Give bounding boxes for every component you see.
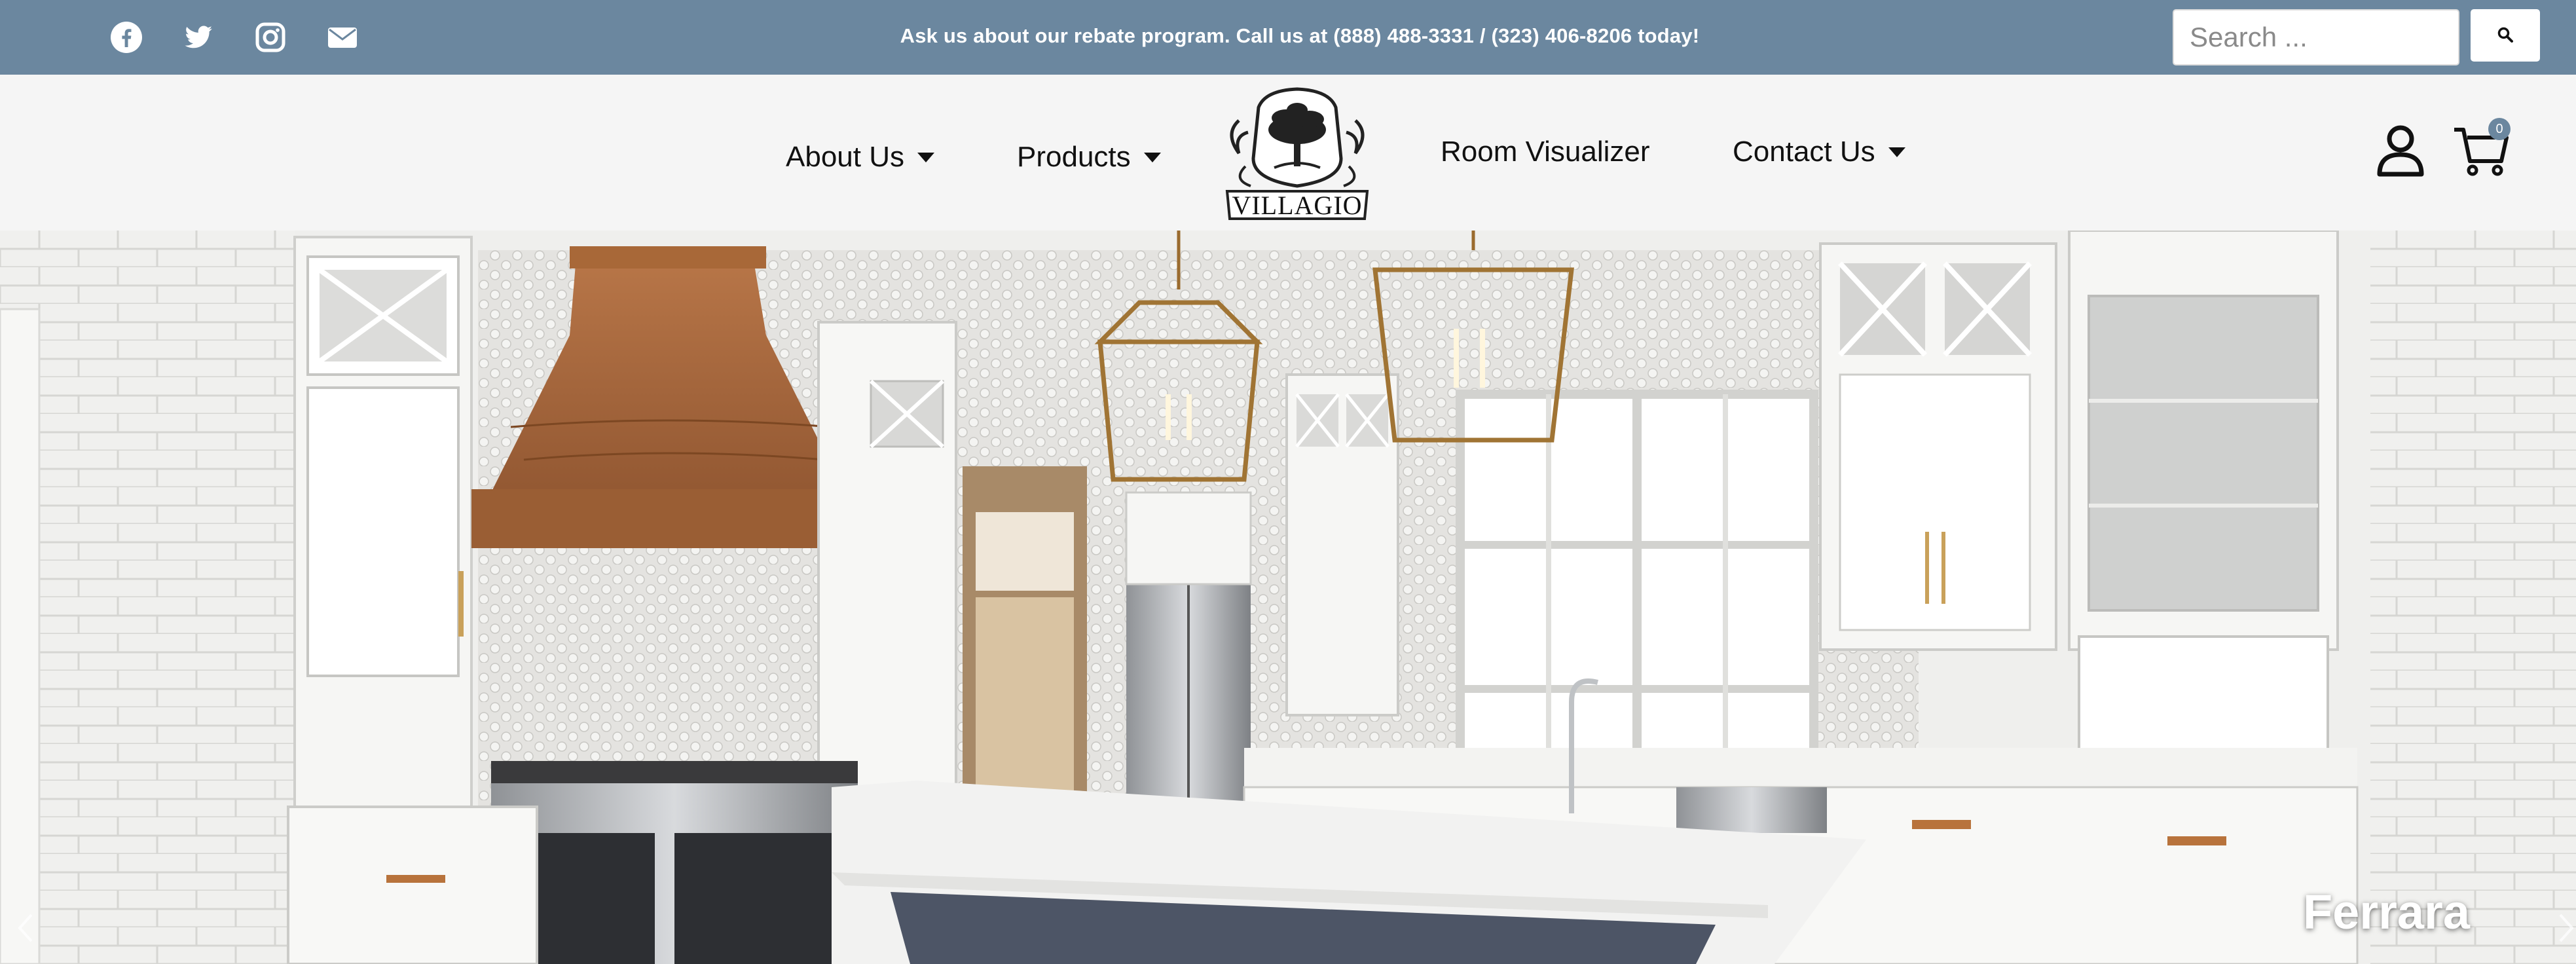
logo-text: VILLAGIO	[1232, 191, 1363, 220]
chevron-right-icon[interactable]	[2554, 908, 2576, 948]
cart-count-badge: 0	[2488, 118, 2511, 140]
chevron-left-icon[interactable]	[12, 908, 38, 948]
envelope-icon[interactable]	[325, 20, 360, 55]
instagram-icon[interactable]	[253, 20, 288, 55]
twitter-icon[interactable]	[181, 20, 216, 55]
search-input[interactable]	[2173, 9, 2459, 65]
nav-item-label: About Us	[786, 141, 904, 173]
nav-item-room-visualizer[interactable]: Room Visualizer	[1441, 132, 1650, 172]
caret-down-icon	[917, 152, 934, 162]
search-icon	[2497, 26, 2514, 45]
nav-item-about-us[interactable]: About Us	[786, 138, 934, 177]
nav-item-contact-us[interactable]: Contact Us	[1733, 132, 1905, 172]
caret-down-icon	[1888, 147, 1905, 157]
villagio-logo[interactable]: VILLAGIO	[1219, 81, 1375, 224]
hero-slider	[0, 231, 2576, 964]
nav-item-label: Room Visualizer	[1441, 136, 1650, 168]
top-bar: Ask us about our rebate program. Call us…	[0, 0, 2576, 75]
search-button[interactable]	[2471, 9, 2540, 62]
slide-caption: Ferrara	[2302, 885, 2470, 939]
facebook-icon[interactable]	[109, 20, 144, 55]
user-icon[interactable]	[2376, 124, 2425, 177]
hero-image	[0, 231, 2576, 964]
announcement-text: Ask us about our rebate program. Call us…	[900, 24, 1700, 47]
nav-item-label: Products	[1017, 141, 1131, 173]
nav-item-products[interactable]: Products	[1017, 138, 1161, 177]
nav-item-label: Contact Us	[1733, 136, 1875, 168]
caret-down-icon	[1143, 152, 1161, 162]
